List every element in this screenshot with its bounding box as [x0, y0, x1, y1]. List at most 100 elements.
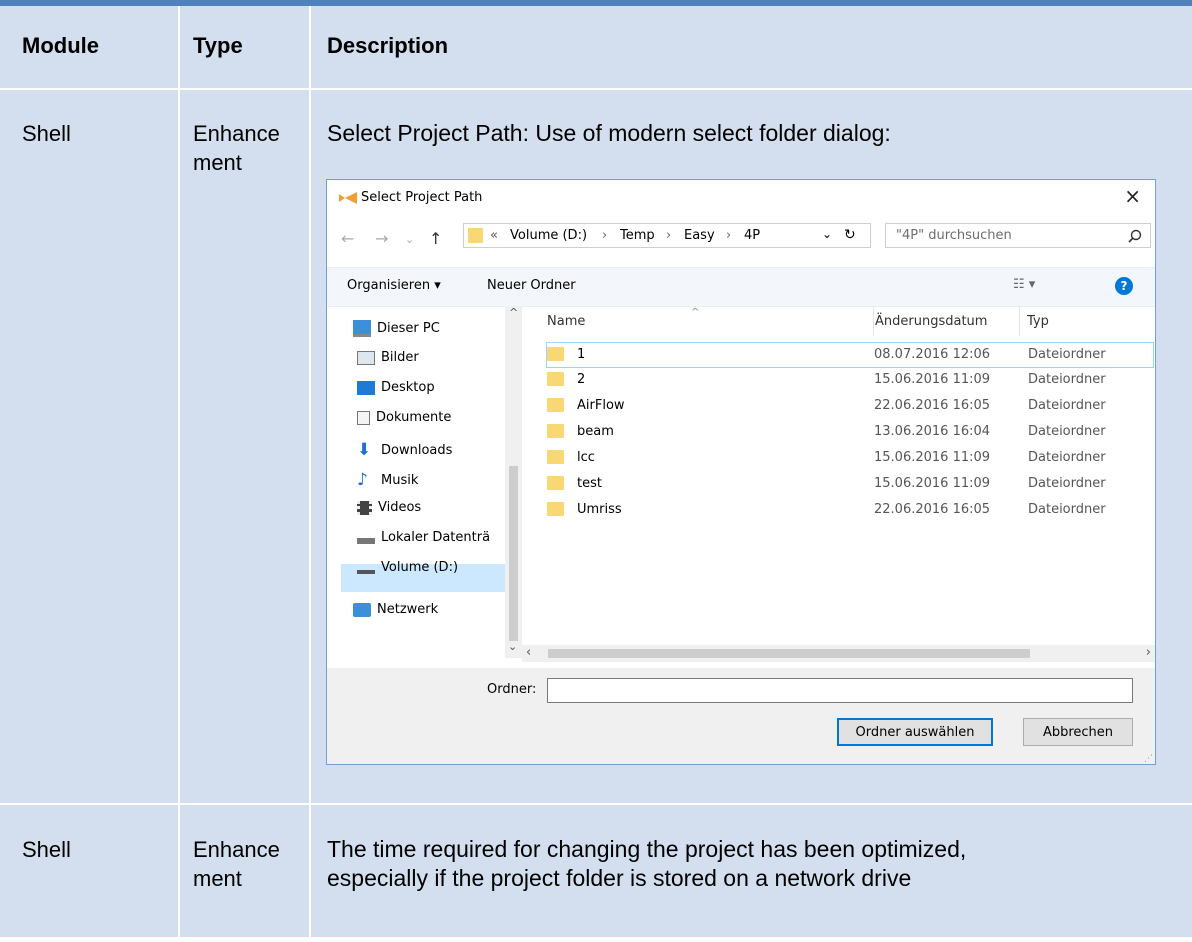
chevron-down-icon[interactable]: ⌄	[822, 227, 832, 241]
column-divider	[309, 6, 311, 937]
file-row[interactable]: AirFlow 22.06.2016 16:05 Dateiordner	[547, 394, 1155, 420]
nav-item-pictures[interactable]: Bilder	[357, 350, 419, 365]
resize-grip-icon[interactable]: ⋰	[1144, 754, 1153, 764]
video-icon	[357, 500, 372, 515]
view-options-icon[interactable]: ☷ ▾	[1013, 277, 1035, 292]
file-name: Umriss	[577, 502, 622, 517]
network-icon	[353, 602, 371, 617]
close-icon[interactable]: ×	[1124, 184, 1141, 208]
nav-item-music[interactable]: ♪ Musik	[357, 470, 418, 490]
nav-item-videos[interactable]: Videos	[357, 500, 421, 515]
file-name: test	[577, 476, 602, 491]
file-row[interactable]: lcc 15.06.2016 11:09 Dateiordner	[547, 446, 1155, 472]
file-name: beam	[577, 424, 614, 439]
dialog-title: Select Project Path	[361, 190, 483, 205]
scroll-up-icon[interactable]: ^	[509, 306, 518, 319]
breadcrumb-separator: ›	[602, 228, 608, 243]
description-cell: Select Project Path: Use of modern selec…	[327, 120, 891, 146]
download-icon: ⬇	[357, 440, 372, 460]
scrollbar-thumb[interactable]	[548, 649, 1030, 658]
column-header-type[interactable]: Typ	[1027, 314, 1049, 329]
app-logo-icon	[339, 192, 357, 204]
folder-icon	[547, 476, 564, 490]
breadcrumb-overflow[interactable]: «	[490, 228, 498, 243]
nav-item-volume-d[interactable]: Volume (D:)	[357, 560, 458, 575]
folder-icon	[547, 398, 564, 412]
file-row[interactable]: Umriss 22.06.2016 16:05 Dateiordner	[547, 498, 1155, 524]
nav-item-network[interactable]: Netzwerk	[353, 602, 438, 617]
nav-label: Musik	[381, 472, 419, 488]
refresh-icon[interactable]: ↻	[844, 227, 856, 243]
folder-input[interactable]	[547, 678, 1133, 703]
search-input[interactable]: "4P" durchsuchen	[896, 228, 1012, 243]
nav-item-local-drive[interactable]: Lokaler Datenträ	[357, 530, 490, 545]
file-name: lcc	[577, 450, 595, 465]
type-cell: Enhance	[193, 837, 280, 862]
recent-chevron-icon[interactable]: ⌄	[405, 233, 414, 246]
column-header-name[interactable]: Name	[547, 314, 585, 329]
scroll-left-icon[interactable]: ‹	[526, 645, 531, 660]
description-cell: especially if the project folder is stor…	[327, 865, 912, 891]
file-date: 15.06.2016 11:09	[874, 372, 991, 387]
file-name: 1	[577, 347, 586, 362]
folder-icon	[547, 347, 564, 361]
file-type: Dateiordner	[1028, 476, 1106, 491]
navigation-pane: Dieser PC Bilder Desktop Dokumente ⬇ Dow…	[327, 306, 522, 668]
header-type: Type	[193, 33, 243, 58]
column-header-date[interactable]: Änderungsdatum	[875, 314, 987, 329]
nav-label: Videos	[378, 500, 422, 515]
file-name: 2	[577, 372, 586, 387]
file-type: Dateiordner	[1028, 450, 1106, 465]
select-folder-dialog: Select Project Path × ← → ⌄ ↑ « Volume (…	[326, 179, 1156, 765]
scroll-down-icon[interactable]: ⌄	[508, 640, 517, 653]
search-icon[interactable]	[1128, 229, 1142, 243]
music-icon: ♪	[357, 470, 368, 490]
column-divider	[178, 6, 180, 937]
scroll-right-icon[interactable]: ›	[1146, 645, 1151, 660]
breadcrumb-temp[interactable]: Temp	[620, 228, 655, 243]
address-bar[interactable]: « Volume (D:) › Temp › Easy › 4P ⌄ ↻	[463, 223, 871, 248]
documents-icon	[357, 410, 370, 425]
file-type: Dateiordner	[1028, 424, 1106, 439]
folder-icon	[547, 372, 564, 386]
new-folder-button[interactable]: Neuer Ordner	[487, 278, 576, 293]
help-icon[interactable]: ?	[1115, 277, 1133, 295]
computer-icon	[353, 320, 371, 337]
breadcrumb-separator: ›	[726, 228, 732, 243]
file-row[interactable]: test 15.06.2016 11:09 Dateiordner	[547, 472, 1155, 498]
nav-item-downloads[interactable]: ⬇ Downloads	[357, 440, 452, 460]
file-date: 15.06.2016 11:09	[874, 476, 991, 491]
breadcrumb-easy[interactable]: Easy	[684, 228, 715, 243]
module-cell: Shell	[22, 121, 71, 146]
breadcrumb-volume[interactable]: Volume (D:)	[510, 228, 587, 243]
file-row[interactable]: beam 13.06.2016 16:04 Dateiordner	[547, 420, 1155, 446]
file-list-scrollbar[interactable]: ‹ ›	[522, 645, 1155, 662]
nav-label: Lokaler Datenträ	[381, 530, 491, 545]
header-description: Description	[327, 33, 449, 58]
scrollbar-thumb[interactable]	[509, 466, 518, 641]
nav-item-this-pc[interactable]: Dieser PC	[353, 320, 440, 337]
file-row[interactable]: 1 08.07.2016 12:06 Dateiordner	[546, 342, 1154, 368]
breadcrumb-4p[interactable]: 4P	[744, 228, 760, 243]
nav-item-desktop[interactable]: Desktop	[357, 380, 435, 395]
folder-icon	[547, 502, 564, 516]
up-arrow-icon[interactable]: ↑	[429, 229, 442, 248]
cancel-button[interactable]: Abbrechen	[1023, 718, 1133, 746]
search-box[interactable]: "4P" durchsuchen	[885, 223, 1151, 248]
header-module: Module	[22, 33, 99, 58]
forward-arrow-icon[interactable]: →	[375, 229, 388, 248]
desktop-icon	[357, 380, 375, 395]
command-bar: Organisieren ▾ Neuer Ordner ☷ ▾ ?	[327, 267, 1155, 307]
back-arrow-icon[interactable]: ←	[341, 229, 354, 248]
nav-scrollbar[interactable]: ^ ⌄	[505, 306, 522, 658]
file-date: 15.06.2016 11:09	[874, 450, 991, 465]
folder-icon	[547, 424, 564, 438]
organize-menu[interactable]: Organisieren ▾	[347, 278, 441, 293]
select-folder-button[interactable]: Ordner auswählen	[837, 718, 993, 746]
description-cell: The time required for changing the proje…	[327, 836, 967, 862]
folder-icon	[547, 450, 564, 464]
row-divider	[0, 803, 1192, 805]
file-row[interactable]: 2 15.06.2016 11:09 Dateiordner	[547, 368, 1155, 394]
nav-item-documents[interactable]: Dokumente	[357, 410, 451, 425]
file-date: 22.06.2016 16:05	[874, 398, 991, 413]
